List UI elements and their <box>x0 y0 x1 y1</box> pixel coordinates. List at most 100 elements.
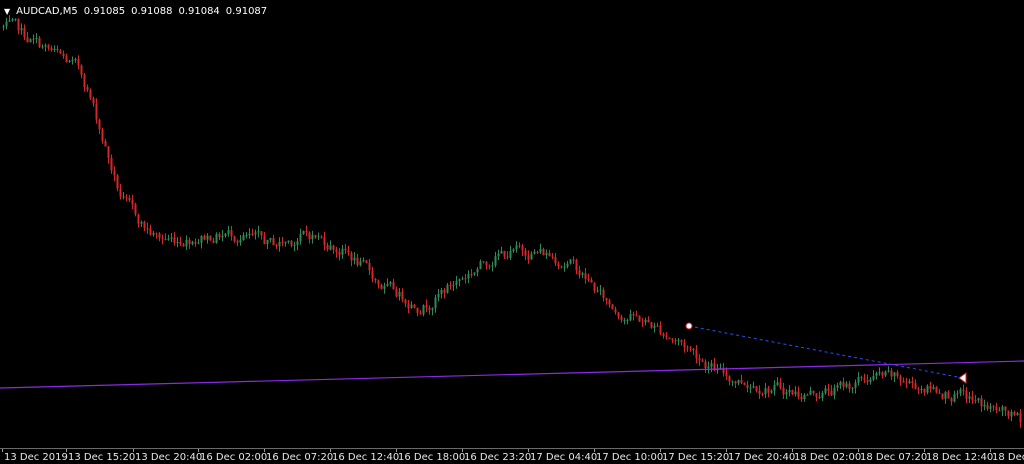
candle-body <box>398 291 401 297</box>
candle-body <box>674 340 677 342</box>
candle-body <box>425 305 428 308</box>
candle-body <box>326 244 329 250</box>
candle-body <box>215 234 218 243</box>
candle-body <box>737 380 740 384</box>
candle-body <box>959 389 962 394</box>
candle-body <box>455 280 458 285</box>
candle-body <box>593 282 596 291</box>
candle-body <box>194 241 197 244</box>
trade-dashed-line[interactable] <box>688 325 964 379</box>
candle-body <box>155 233 158 235</box>
candle-body <box>617 312 620 317</box>
candle-body <box>866 379 869 382</box>
candle-body <box>26 37 29 43</box>
candle-body <box>464 278 467 280</box>
triangle-down-icon[interactable]: ▼ <box>4 7 10 16</box>
candle-body <box>68 60 71 62</box>
candle-body <box>443 289 446 293</box>
candle-body <box>53 48 56 50</box>
candle-body <box>389 282 392 284</box>
candle-body <box>71 59 74 61</box>
candle-body <box>353 257 356 261</box>
candle-body <box>50 47 53 50</box>
candle-body <box>230 230 233 237</box>
candle-body <box>662 333 665 336</box>
candle-body <box>452 284 455 286</box>
candle-body <box>275 245 278 247</box>
candle-body <box>32 38 35 40</box>
candle-body <box>482 261 485 263</box>
candle-body <box>101 129 104 141</box>
candle-body <box>689 348 692 350</box>
candle-body <box>491 265 494 267</box>
candle-body <box>359 261 362 266</box>
candle-body <box>566 263 569 267</box>
candle-body <box>119 188 122 197</box>
candle-body <box>2 26 5 28</box>
chart-area[interactable]: ▼ AUDCAD,M5 0.91085 0.91088 0.91084 0.91… <box>0 0 1024 448</box>
candle-body <box>254 232 257 235</box>
candle-body <box>884 371 887 376</box>
time-axis-label: 13 Dec 15:20 <box>68 452 136 463</box>
candle-body <box>173 237 176 243</box>
candle-body <box>440 289 443 294</box>
time-axis-label: 13 Dec 20:40 <box>135 452 203 463</box>
candle-body <box>632 314 635 316</box>
candle-body <box>746 384 749 388</box>
candle-body <box>836 385 839 388</box>
candle-body <box>179 241 182 245</box>
candle-body <box>23 28 26 38</box>
candle-body <box>770 390 773 393</box>
candle-body <box>344 248 347 251</box>
candle-body <box>743 382 746 385</box>
candle-body <box>191 241 194 245</box>
candle-body <box>539 248 542 253</box>
candle-body <box>320 236 323 238</box>
candle-body <box>467 274 470 279</box>
candle-body <box>812 390 815 394</box>
candle-body <box>38 37 41 48</box>
time-axis-label: 16 Dec 12:40 <box>332 452 400 463</box>
candle-body <box>545 252 548 256</box>
candle-body <box>944 392 947 399</box>
candle-body <box>281 241 284 244</box>
candle-body <box>296 241 299 245</box>
candle-body <box>77 59 80 66</box>
time-axis-label: 13 Dec 2019 <box>4 452 68 463</box>
candle-body <box>20 28 23 31</box>
time-axis-label: 18 Dec 07:20 <box>860 452 928 463</box>
candle-body <box>35 37 38 39</box>
candle-body <box>572 259 575 261</box>
candle-body <box>506 256 509 258</box>
candle-body <box>740 380 743 383</box>
candle-body <box>5 21 8 27</box>
trade-exit-marker[interactable] <box>958 372 967 384</box>
candle-body <box>626 320 629 322</box>
candle-body <box>605 297 608 301</box>
candle-body <box>902 380 905 383</box>
candle-body <box>980 398 983 407</box>
candle-body <box>248 233 251 236</box>
candle-body <box>542 248 545 256</box>
candle-body <box>260 231 263 236</box>
candle-body <box>476 269 479 273</box>
candle-body <box>311 235 314 240</box>
candle-body <box>704 361 707 369</box>
candle-body <box>872 375 875 380</box>
candle-body <box>659 325 662 334</box>
trade-entry-marker[interactable] <box>685 322 693 330</box>
candle-body <box>938 392 941 394</box>
candle-body <box>974 400 977 402</box>
candle-body <box>857 376 860 383</box>
candle-body <box>878 372 881 374</box>
candle-body <box>62 53 65 57</box>
candle-body <box>755 386 758 391</box>
candle-body <box>524 250 527 256</box>
candle-body <box>92 98 95 104</box>
price-chart[interactable] <box>0 0 1024 448</box>
candle-body <box>41 46 44 48</box>
candle-body <box>158 233 161 238</box>
candle-body <box>923 388 926 393</box>
candle-body <box>596 290 599 292</box>
candle-body <box>74 59 77 61</box>
